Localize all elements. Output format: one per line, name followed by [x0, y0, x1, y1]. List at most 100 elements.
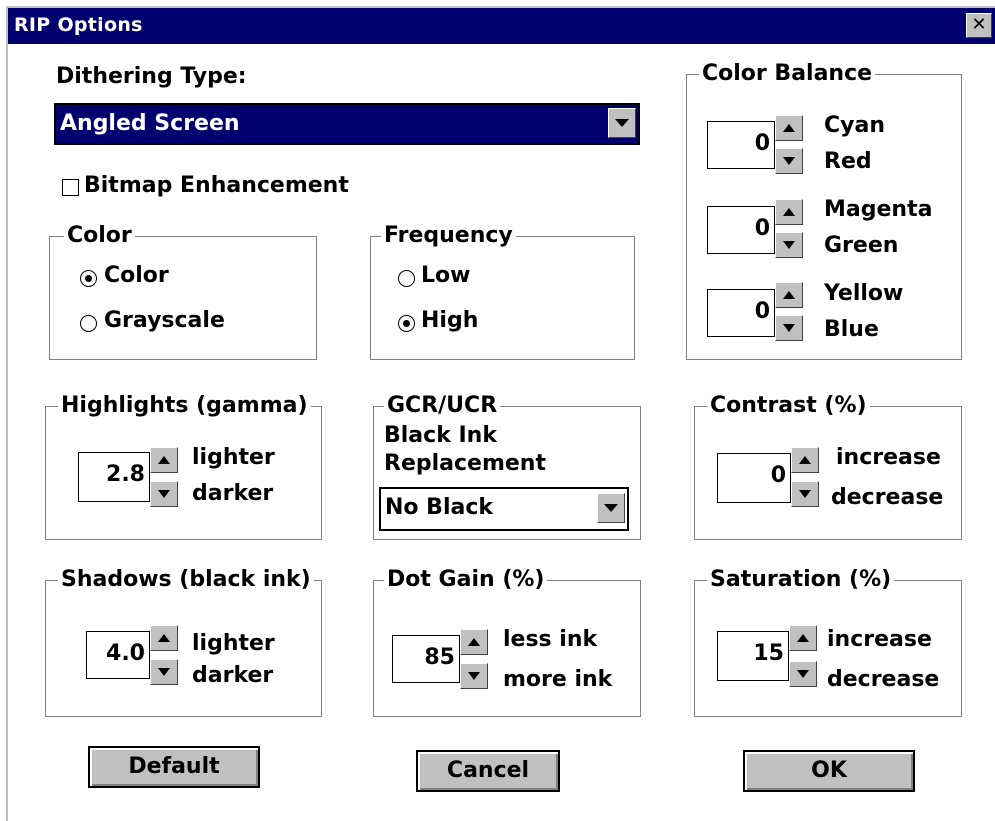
shadows-up-button[interactable]	[150, 625, 178, 651]
black-ink-label: Black Ink	[384, 423, 497, 448]
magenta-up-button[interactable]	[775, 199, 803, 225]
dithering-type-select[interactable]: Angled Screen	[54, 103, 640, 145]
arrow-up-icon	[783, 291, 795, 299]
highlights-field[interactable]: 2.8	[78, 452, 150, 502]
ok-button[interactable]: OK	[743, 750, 915, 792]
arrow-up-icon	[468, 638, 480, 646]
color-radio[interactable]	[80, 270, 97, 287]
dithering-type-label: Dithering Type:	[56, 64, 247, 89]
arrow-down-icon	[799, 490, 811, 498]
cyan-label: Cyan	[824, 113, 885, 138]
color-group: Color Color Grayscale	[49, 223, 317, 360]
gcr-ucr-group: GCR/UCR Black Ink Replacement No Black	[373, 393, 641, 540]
chevron-down-icon	[615, 119, 629, 127]
default-button[interactable]: Default	[88, 746, 260, 788]
arrow-down-icon	[158, 668, 170, 676]
low-radio-label[interactable]: Low	[421, 263, 470, 288]
gcr-ucr-title: GCR/UCR	[384, 393, 501, 419]
grayscale-radio[interactable]	[80, 315, 97, 332]
title-bar[interactable]: RIP Options ✕	[8, 8, 995, 44]
highlights-title: Highlights (gamma)	[58, 393, 311, 419]
magenta-label: Magenta	[824, 197, 933, 222]
chevron-down-icon	[604, 504, 618, 512]
grayscale-radio-label[interactable]: Grayscale	[104, 308, 225, 333]
highlights-up-button[interactable]	[150, 447, 178, 473]
shadows-title: Shadows (black ink)	[58, 567, 314, 593]
yellow-label: Yellow	[824, 281, 904, 306]
arrow-down-icon	[468, 672, 480, 680]
contrast-up-button[interactable]	[791, 447, 819, 473]
black-ink-dropdown-button[interactable]	[597, 493, 625, 523]
bitmap-enhancement-checkbox[interactable]	[62, 179, 79, 196]
magenta-green-field[interactable]: 0	[707, 206, 775, 254]
red-label: Red	[824, 149, 872, 174]
saturation-group: Saturation (%) 15 increase decrease	[694, 567, 962, 717]
saturation-decrease-label: decrease	[827, 667, 940, 692]
arrow-down-icon	[783, 157, 795, 165]
rip-options-dialog: RIP Options ✕ Dithering Type: Angled Scr…	[6, 6, 995, 821]
color-balance-title: Color Balance	[699, 61, 876, 87]
arrow-down-icon	[158, 490, 170, 498]
highlights-group: Highlights (gamma) 2.8 lighter darker	[45, 393, 322, 540]
high-radio-label[interactable]: High	[421, 308, 478, 333]
arrow-down-icon	[783, 324, 795, 332]
arrow-up-icon	[783, 124, 795, 132]
bitmap-enhancement-label[interactable]: Bitmap Enhancement	[84, 173, 349, 198]
shadows-down-button[interactable]	[150, 659, 178, 685]
arrow-up-icon	[797, 634, 809, 642]
contrast-title: Contrast (%)	[707, 393, 870, 419]
dithering-dropdown-button[interactable]	[608, 108, 636, 138]
low-radio[interactable]	[398, 270, 415, 287]
shadows-group: Shadows (black ink) 4.0 lighter darker	[45, 567, 322, 717]
close-button[interactable]: ✕	[966, 13, 992, 38]
dot-gain-title: Dot Gain (%)	[384, 567, 548, 593]
dot-gain-up-button[interactable]	[460, 629, 488, 655]
blue-label: Blue	[824, 317, 879, 342]
contrast-increase-label: increase	[836, 445, 941, 470]
shadows-lighter-label: lighter	[192, 631, 275, 656]
high-radio[interactable]	[398, 315, 415, 332]
less-ink-label: less ink	[503, 627, 598, 652]
green-label: Green	[824, 233, 899, 258]
saturation-down-button[interactable]	[789, 661, 817, 687]
cancel-button[interactable]: Cancel	[416, 750, 560, 792]
arrow-up-icon	[783, 208, 795, 216]
highlights-lighter-label: lighter	[192, 445, 275, 470]
cyan-up-button[interactable]	[775, 115, 803, 141]
dot-gain-group: Dot Gain (%) 85 less ink more ink	[373, 567, 641, 717]
saturation-field[interactable]: 15	[717, 631, 789, 681]
close-icon: ✕	[971, 14, 987, 35]
blue-down-button[interactable]	[775, 315, 803, 341]
color-group-title: Color	[64, 223, 135, 249]
dithering-type-value: Angled Screen	[60, 111, 240, 136]
frequency-group-title: Frequency	[381, 223, 516, 249]
highlights-down-button[interactable]	[150, 481, 178, 507]
window-title: RIP Options	[14, 14, 143, 36]
black-ink-value: No Black	[385, 495, 494, 520]
color-radio-label[interactable]: Color	[104, 263, 169, 288]
shadows-field[interactable]: 4.0	[86, 631, 150, 679]
black-ink-select[interactable]: No Black	[379, 487, 629, 531]
saturation-title: Saturation (%)	[707, 567, 895, 593]
shadows-darker-label: darker	[192, 663, 274, 688]
color-balance-group: Color Balance 0 Cyan Red 0 Magenta Green…	[686, 61, 962, 360]
frequency-group: Frequency Low High	[370, 223, 635, 360]
arrow-up-icon	[158, 456, 170, 464]
red-down-button[interactable]	[775, 148, 803, 174]
contrast-field[interactable]: 0	[717, 453, 791, 503]
arrow-down-icon	[797, 670, 809, 678]
arrow-up-icon	[799, 456, 811, 464]
contrast-group: Contrast (%) 0 increase decrease	[694, 393, 962, 540]
saturation-increase-label: increase	[827, 627, 932, 652]
green-down-button[interactable]	[775, 232, 803, 258]
contrast-down-button[interactable]	[791, 481, 819, 507]
dot-gain-down-button[interactable]	[460, 663, 488, 689]
saturation-up-button[interactable]	[789, 625, 817, 651]
cyan-red-field[interactable]: 0	[707, 121, 775, 169]
highlights-darker-label: darker	[192, 481, 274, 506]
dot-gain-field[interactable]: 85	[392, 635, 460, 683]
replacement-label: Replacement	[384, 451, 546, 476]
yellow-up-button[interactable]	[775, 282, 803, 308]
arrow-down-icon	[783, 241, 795, 249]
yellow-blue-field[interactable]: 0	[707, 289, 775, 337]
